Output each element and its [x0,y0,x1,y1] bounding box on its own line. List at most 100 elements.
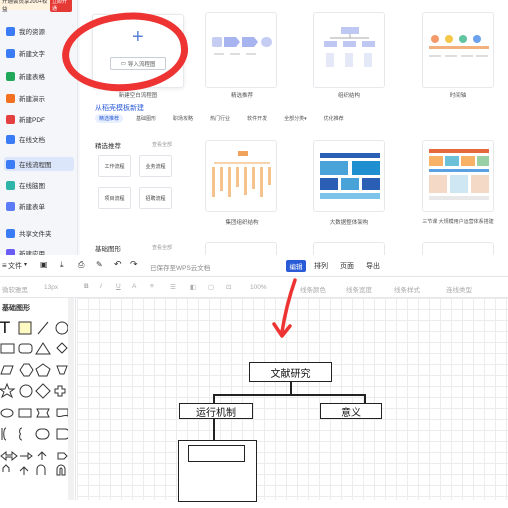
connector-type-select[interactable]: 连线类型 [446,284,472,294]
trapezoid-shape[interactable] [56,365,68,375]
template-tab-6[interactable]: 全部分类▾ [280,114,311,123]
download-icon[interactable]: ⤓ [60,260,64,270]
featured-card-ops[interactable] [422,140,494,212]
line-width-select[interactable]: 线条宽度 [346,284,372,294]
tab-page[interactable]: 页面 [340,261,354,271]
template-card-featured[interactable] [205,12,277,88]
font-color-icon[interactable]: A [132,283,136,290]
arch-shape[interactable] [56,464,66,476]
type-button-project[interactable]: 项目流程 [98,187,131,209]
template-tab-2[interactable]: 基础图形 [132,114,160,123]
align-icon[interactable]: ≡ [150,283,154,290]
vip-promo[interactable]: 开通会员享200+权益 立即开通 [0,0,72,13]
node-right[interactable]: 意义 [320,403,382,419]
template-tab-4[interactable]: 热门行业 [206,114,234,123]
shape-style-icon[interactable]: ▢ [208,283,214,291]
process-thumbnail [212,37,272,55]
bold-icon[interactable]: B [84,283,89,290]
see-all-link[interactable]: 查看全部 [152,141,172,148]
ribbon-shape[interactable] [36,408,50,418]
text-box-icon[interactable]: ⊡ [226,283,231,291]
double-arrow-shape[interactable] [0,450,18,462]
cloud-shape[interactable] [0,408,14,418]
diamond-shape[interactable] [56,342,68,354]
sidebar-item-5[interactable]: 新建PDF [4,112,74,126]
sidebar-item-4[interactable]: 新建演示 [4,91,74,105]
right-arrow-shape[interactable] [20,452,33,460]
bracket-shape[interactable] [1,427,7,441]
brace-shape[interactable] [19,427,23,441]
italic-icon[interactable]: I [100,283,102,290]
pointer-shape[interactable] [57,452,68,460]
shape-scrollbar[interactable] [68,298,74,500]
featured-card-bigdata[interactable] [313,140,385,212]
underline-icon[interactable]: U [116,283,121,290]
type-button-recruit[interactable]: 招聘流程 [139,187,172,209]
print-icon[interactable]: ⎙ [78,260,84,270]
node-root[interactable]: 文献研究 [249,362,332,382]
sidebar-item-9[interactable]: 新建表单 [4,199,74,213]
type-button-business[interactable]: 业务流程 [139,155,172,177]
rect-shape[interactable] [0,343,15,354]
sidebar-item-6[interactable]: 在线文档 [4,132,74,146]
rounded-rect-shape[interactable] [18,343,33,354]
format-painter-icon[interactable]: ✎ [96,260,103,269]
line-style-select[interactable]: 线条样式 [394,284,420,294]
tab-arrange[interactable]: 排列 [314,261,328,271]
basic-card-2[interactable] [313,242,385,255]
font-family-select[interactable]: 微软雅黑 [2,284,28,294]
text-shape[interactable]: T [0,318,10,337]
document-shape[interactable] [56,408,69,418]
template-card-org[interactable] [313,12,385,88]
sidebar-item-3[interactable]: 新建表格 [4,69,74,83]
u-turn-shape[interactable] [36,464,46,475]
template-card-timeline[interactable] [422,12,494,88]
capsule-shape[interactable] [35,428,50,440]
sidebar-item-11[interactable]: 新建应用 [4,246,74,255]
up-arrow-shape[interactable] [37,451,47,460]
arrow-up2-shape[interactable] [19,466,29,475]
hexagon-shape[interactable] [19,363,34,377]
tab-export[interactable]: 导出 [366,261,380,271]
pentagon-shape[interactable] [35,363,51,377]
circle-shape[interactable] [55,321,69,335]
arrow-up-shape[interactable] [2,464,10,472]
template-tab-3[interactable]: 职场攻略 [169,114,197,123]
promo-badge[interactable]: 立即开通 [49,0,72,12]
sidebar-item-7[interactable]: 在线流程图 [4,157,74,171]
basic-card-3[interactable] [422,242,494,255]
node-child[interactable] [178,440,257,502]
basic-see-all-link[interactable]: 查看全部 [152,244,172,251]
note-shape[interactable] [18,321,32,335]
template-tab-5[interactable]: 软件开发 [243,114,271,123]
featured-card-group-org[interactable] [205,140,277,212]
undo-icon[interactable]: ↶ [114,259,122,270]
node-child-inner[interactable] [188,445,245,462]
parallelogram-shape[interactable] [0,365,14,375]
redo-icon[interactable]: ↷ [130,259,138,270]
template-tab-7[interactable]: 优化推荐 [320,114,348,123]
process-shape[interactable] [18,408,32,418]
chevron-down-icon[interactable]: ▾ [24,261,27,268]
sidebar-item-8[interactable]: 在线脑图 [4,178,74,192]
zoom-select[interactable]: 100% [250,284,267,291]
file-menu[interactable]: 文件 [8,261,22,271]
line-shape[interactable] [37,321,49,335]
node-left[interactable]: 运行机制 [179,403,253,419]
sidebar-item-1[interactable]: 我的资源 [4,24,74,38]
menu-icon[interactable]: ≡ [2,261,7,270]
type-button-work[interactable]: 工作流程 [98,155,131,177]
save-icon[interactable]: ▣ [40,260,48,269]
circle2-shape[interactable] [19,384,33,398]
star-shape[interactable] [0,382,16,399]
valign-icon[interactable]: ☰ [170,283,176,291]
template-tab-1[interactable]: 精选推荐 [95,114,124,123]
sidebar-item-10[interactable]: 共享文件夹 [4,226,74,240]
triangle-shape[interactable] [35,342,51,355]
tab-edit[interactable]: 编辑 [286,260,306,272]
basic-card-1[interactable] [205,242,277,255]
cross-shape[interactable] [54,385,66,397]
fill-icon[interactable]: ◧ [190,283,196,291]
square-diamond-shape[interactable] [35,383,51,399]
font-size-select[interactable]: 13px [44,284,58,291]
